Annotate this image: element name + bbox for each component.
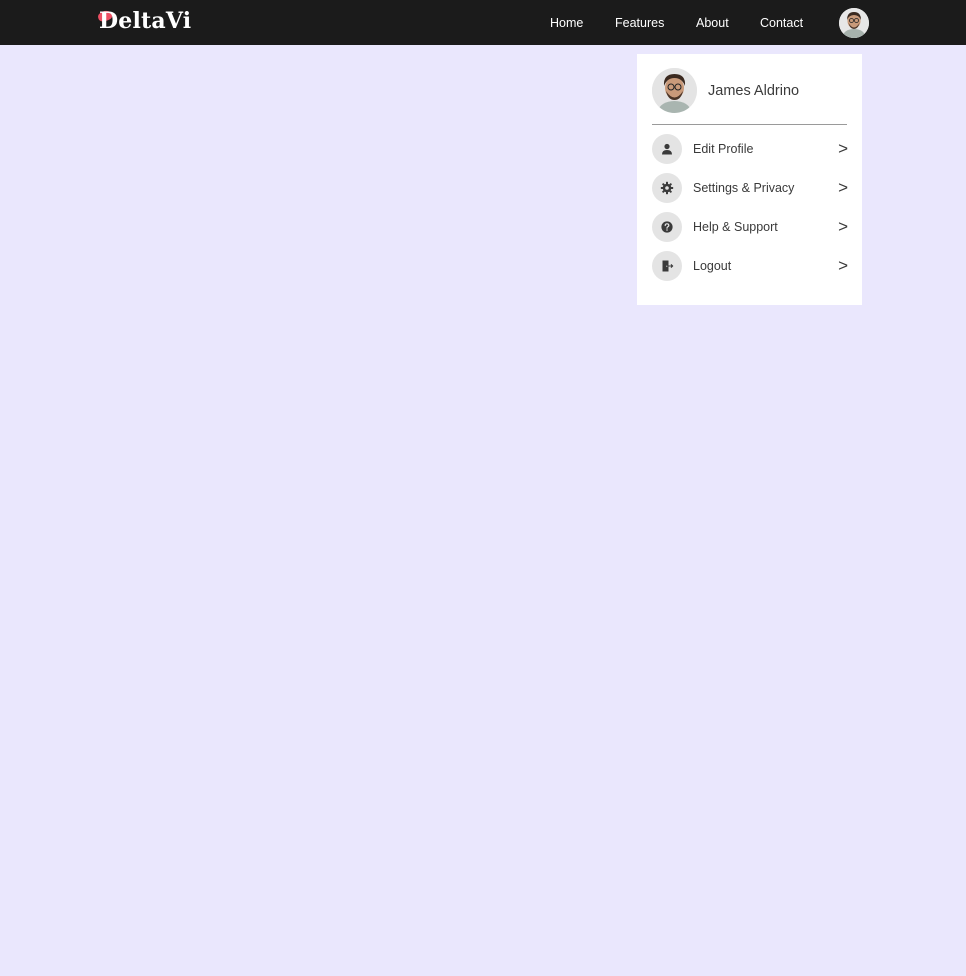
menu-item-edit-profile[interactable]: Edit Profile > — [652, 134, 848, 164]
logout-icon — [652, 251, 682, 281]
menu-item-label: Logout — [693, 259, 732, 273]
menu-item-help-support[interactable]: Help & Support > — [652, 212, 848, 242]
person-icon — [652, 134, 682, 164]
menu-item-label: Settings & Privacy — [693, 181, 795, 195]
user-avatar-button[interactable] — [839, 8, 869, 38]
menu-item-settings-privacy[interactable]: Settings & Privacy > — [652, 173, 848, 203]
profile-dropdown: James Aldrino Edit Profile > Settings & … — [637, 54, 862, 305]
user-avatar-icon — [839, 8, 869, 38]
nav-link-home[interactable]: Home — [550, 15, 583, 31]
profile-avatar — [652, 68, 697, 113]
menu-divider — [652, 124, 847, 125]
menu-item-logout[interactable]: Logout > — [652, 251, 848, 281]
help-icon — [652, 212, 682, 242]
nav-links: Home Features About Contact — [0, 0, 966, 45]
chevron-right-icon: > — [838, 217, 848, 236]
gear-icon — [652, 173, 682, 203]
profile-user-name: James Aldrino — [708, 83, 800, 99]
navbar: DeltaVi Home Features About Contact — [0, 0, 966, 45]
nav-link-features[interactable]: Features — [615, 15, 664, 31]
profile-photo-icon — [652, 68, 697, 113]
chevron-right-icon: > — [838, 178, 848, 197]
nav-link-contact[interactable]: Contact — [760, 15, 803, 31]
chevron-right-icon: > — [838, 139, 848, 158]
menu-item-label: Edit Profile — [693, 142, 754, 156]
menu-item-label: Help & Support — [693, 220, 778, 234]
nav-link-about[interactable]: About — [696, 15, 729, 31]
chevron-right-icon: > — [838, 256, 848, 275]
